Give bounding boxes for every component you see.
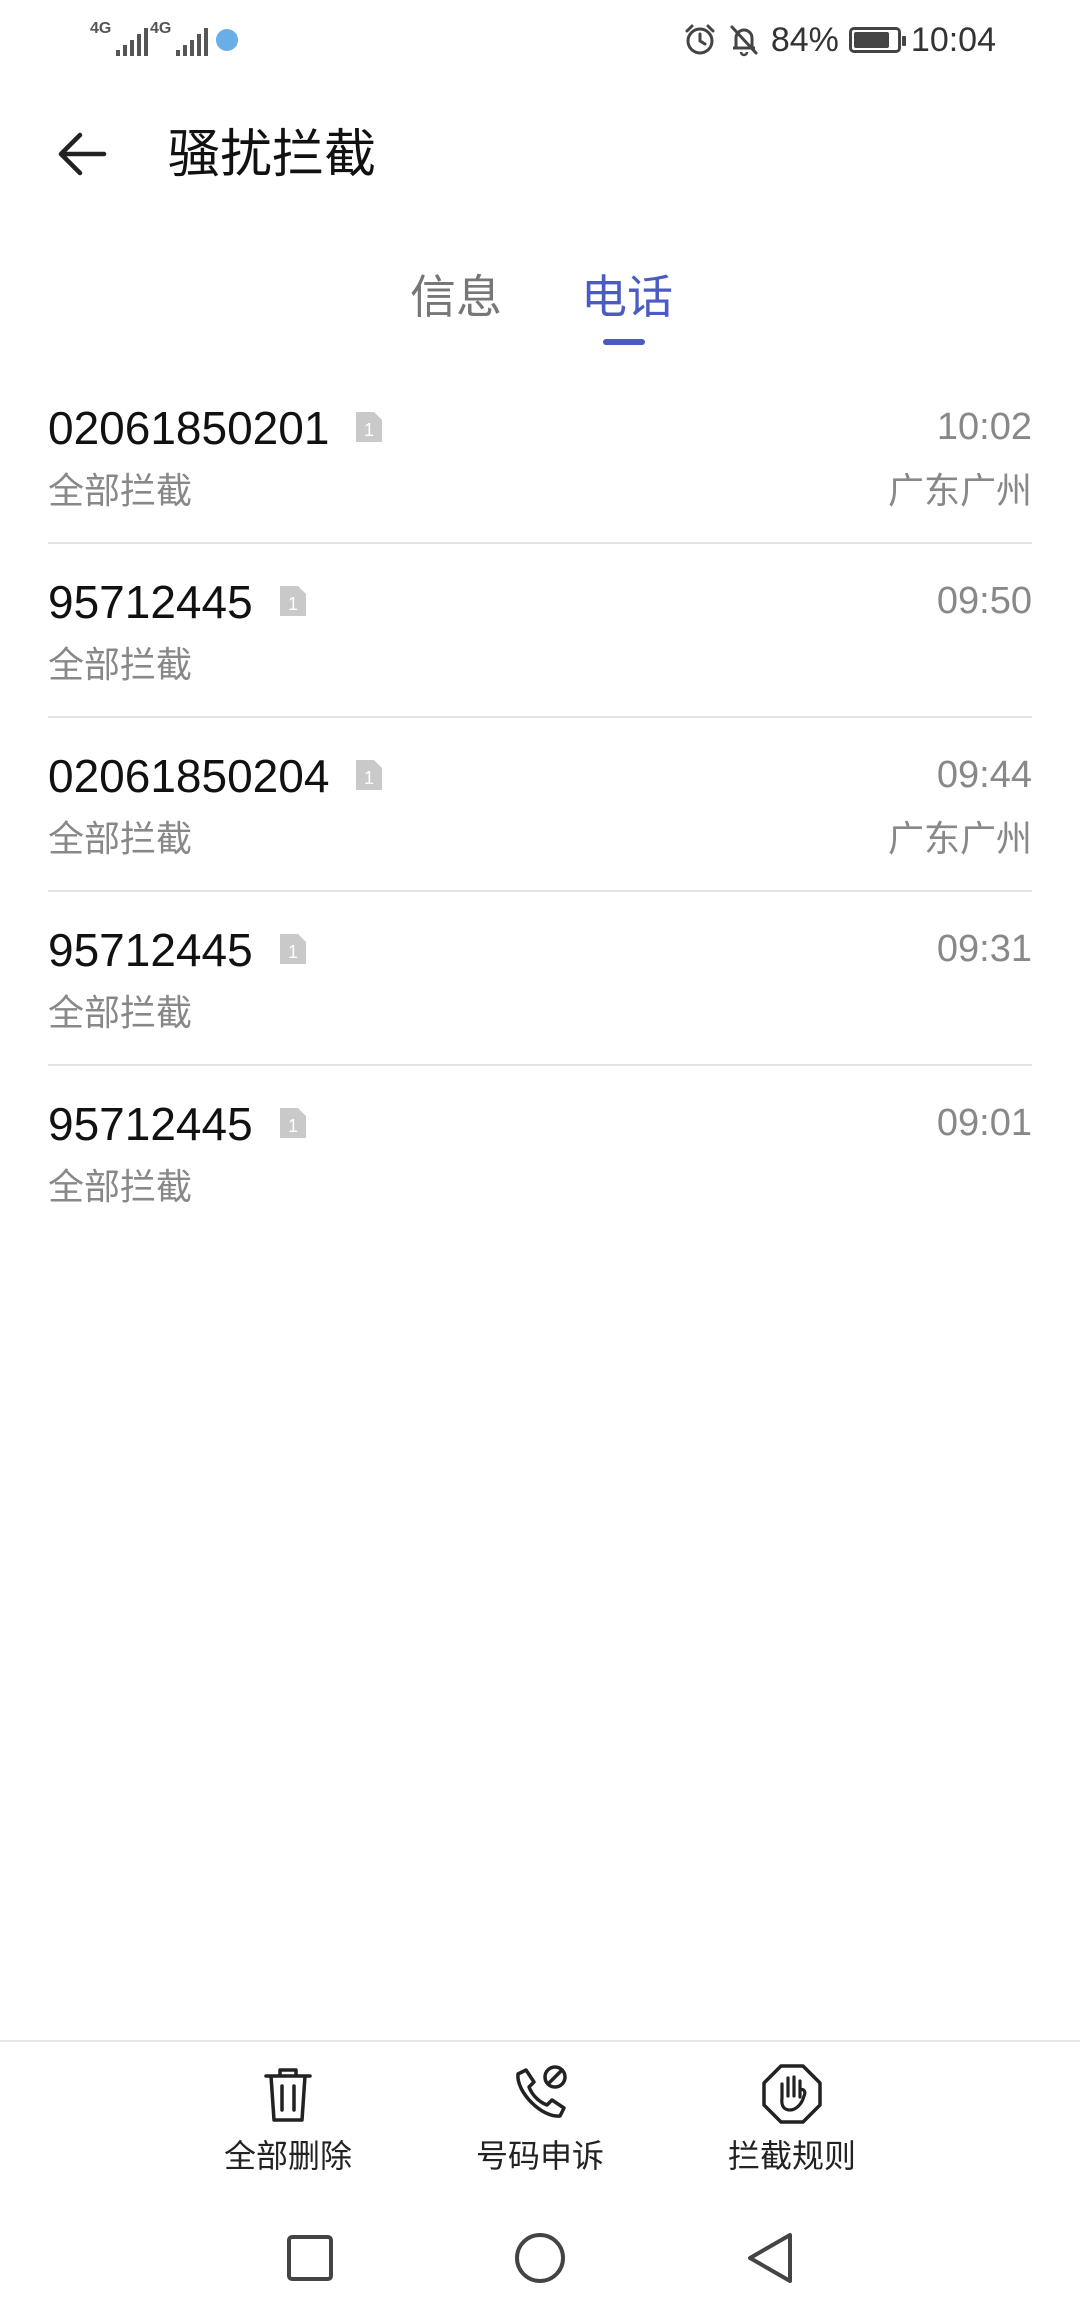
call-time: 09:01 xyxy=(936,1102,1032,1144)
bell-off-icon xyxy=(730,25,758,57)
sim-card-icon: 1 xyxy=(356,760,382,790)
page-title: 骚扰拦截 xyxy=(168,125,377,185)
clock: 10:04 xyxy=(910,20,996,59)
phone-blocked-icon xyxy=(516,2065,567,2118)
call-status: 全部拦截 xyxy=(48,993,193,1034)
square-icon[interactable] xyxy=(280,2228,340,2288)
delete-all-label: 全部删除 xyxy=(223,2137,352,2175)
call-time: 09:44 xyxy=(936,754,1032,796)
svg-text:1: 1 xyxy=(288,1116,298,1136)
call-status: 全部拦截 xyxy=(48,819,193,860)
call-number: 02061850201 xyxy=(48,402,330,454)
network-type: 4G xyxy=(90,20,112,37)
status-right: 84% 10:04 xyxy=(683,18,996,62)
call-number: 95712445 xyxy=(48,924,253,976)
call-item[interactable]: 02061850204 1 全部拦截 09:44 广东广州 xyxy=(48,718,1032,892)
vpn-icon xyxy=(216,29,238,51)
tab-messages[interactable]: 信息 xyxy=(410,268,502,326)
hand-stop-icon xyxy=(762,2064,822,2124)
signal-icon: 4G xyxy=(90,20,148,56)
network-type: 4G xyxy=(150,20,172,37)
call-number: 95712445 xyxy=(48,576,253,628)
blocked-call-list: 02061850201 1 全部拦截 10:02 广东广州 95712445 1… xyxy=(48,370,1032,1240)
block-rules-label: 拦截规则 xyxy=(727,2137,856,2175)
status-bar: 4G 4G 84% 10:04 xyxy=(0,0,1080,80)
number-appeal-label: 号码申诉 xyxy=(475,2137,604,2175)
call-status: 全部拦截 xyxy=(48,645,193,686)
svg-text:1: 1 xyxy=(288,942,298,962)
back-button[interactable] xyxy=(46,118,118,190)
sim-card-icon: 1 xyxy=(280,934,306,964)
block-rules-button[interactable]: 拦截规则 xyxy=(702,2062,882,2192)
call-number: 95712445 xyxy=(48,1098,253,1150)
sim-card-icon: 1 xyxy=(280,586,306,616)
call-time: 10:02 xyxy=(936,406,1032,448)
call-item[interactable]: 95712445 1 全部拦截 09:31 xyxy=(48,892,1032,1066)
bottom-toolbar: 全部删除 号码申诉 拦截规则 xyxy=(0,2040,1080,2200)
arrow-left-icon xyxy=(58,132,107,176)
svg-text:1: 1 xyxy=(364,768,374,788)
svg-text:1: 1 xyxy=(288,594,298,614)
triangle-back-icon[interactable] xyxy=(740,2228,800,2288)
tab-calls[interactable]: 电话 xyxy=(581,268,673,326)
circle-icon[interactable] xyxy=(510,2228,570,2288)
signal-icon: 4G xyxy=(150,20,208,56)
system-nav-bar xyxy=(0,2200,1080,2312)
call-time: 09:50 xyxy=(936,580,1032,622)
battery-percent: 84% xyxy=(770,20,839,59)
tab-indicator xyxy=(603,339,645,345)
battery-icon xyxy=(848,27,906,53)
call-location: 广东广州 xyxy=(887,819,1032,860)
call-status: 全部拦截 xyxy=(48,471,193,512)
call-time: 09:31 xyxy=(936,928,1032,970)
svg-text:1: 1 xyxy=(364,420,374,440)
call-item[interactable]: 95712445 1 全部拦截 09:01 xyxy=(48,1066,1032,1240)
sim-card-icon: 1 xyxy=(280,1108,306,1138)
call-item[interactable]: 02061850201 1 全部拦截 10:02 广东广州 xyxy=(48,370,1032,544)
delete-all-button[interactable]: 全部删除 xyxy=(198,2062,378,2192)
trash-icon xyxy=(264,2068,312,2122)
sim-card-icon: 1 xyxy=(356,412,382,442)
call-location: 广东广州 xyxy=(887,471,1032,512)
call-number: 02061850204 xyxy=(48,750,330,802)
number-appeal-button[interactable]: 号码申诉 xyxy=(450,2062,630,2192)
alarm-clock-icon xyxy=(685,24,715,55)
call-item[interactable]: 95712445 1 全部拦截 09:50 xyxy=(48,544,1032,718)
call-status: 全部拦截 xyxy=(48,1167,193,1208)
